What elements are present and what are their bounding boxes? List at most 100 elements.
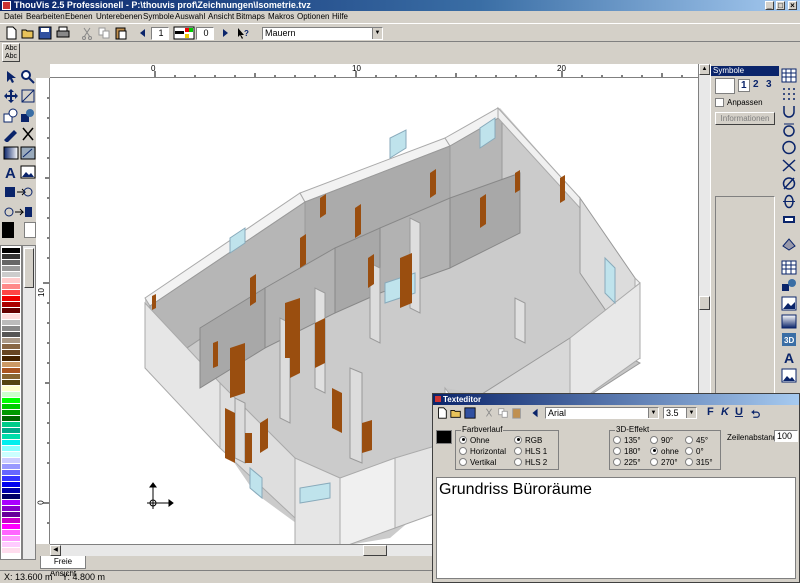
fill-shapes-icon[interactable]	[20, 107, 36, 123]
color-swatch[interactable]	[2, 476, 20, 481]
next-page-icon[interactable]	[218, 26, 232, 40]
save-icon[interactable]	[38, 26, 52, 40]
radio-selected[interactable]	[514, 435, 522, 444]
color-swatch[interactable]	[2, 260, 20, 265]
font-dropdown[interactable]: Arial ▼	[545, 407, 659, 419]
cut-icon[interactable]	[80, 26, 94, 40]
color-swatch[interactable]	[2, 542, 20, 547]
text-content-area[interactable]: Grundriss Büroräume	[436, 477, 796, 579]
menu-unterebenen[interactable]: Unterebenen	[96, 11, 142, 23]
color-swatch[interactable]	[2, 548, 20, 553]
new-file-icon[interactable]	[4, 26, 18, 40]
hatch-icon[interactable]	[20, 145, 36, 161]
informationen-button[interactable]: Informationen	[715, 112, 775, 125]
text-a-icon[interactable]: A	[781, 350, 797, 366]
radio[interactable]	[685, 435, 693, 444]
color-swatch[interactable]	[2, 284, 20, 289]
menu-hilfe[interactable]: Hilfe	[332, 11, 348, 23]
grid-view-icon[interactable]	[781, 68, 797, 83]
ellipse-icon[interactable]	[781, 194, 797, 209]
chevron-down-icon[interactable]: ▼	[686, 408, 696, 418]
tab-symbols-1[interactable]: 1	[738, 79, 750, 92]
text-tool-button[interactable]: Abc Abc	[2, 43, 20, 62]
color-swatch[interactable]	[2, 482, 20, 487]
color-swatch[interactable]	[2, 422, 20, 427]
pointer-icon[interactable]	[3, 69, 19, 85]
radio[interactable]	[459, 457, 467, 466]
color-swatch[interactable]	[2, 404, 20, 409]
layer-number-field[interactable]: 0	[196, 27, 214, 40]
chevron-down-icon[interactable]: ▼	[372, 28, 382, 39]
menu-datei[interactable]: Datei	[4, 11, 23, 23]
fit-checkbox[interactable]: Anpassen	[715, 98, 763, 108]
color-swatch[interactable]	[2, 458, 20, 463]
text-icon[interactable]: A	[3, 164, 19, 182]
background-color-swatch[interactable]	[24, 222, 36, 238]
fit-checkbox-box[interactable]	[715, 98, 724, 108]
cut-text-icon[interactable]	[483, 407, 495, 419]
color-swatch[interactable]	[2, 518, 20, 523]
3d-option-315[interactable]: 315°	[685, 457, 713, 467]
radio[interactable]	[613, 457, 621, 466]
radio[interactable]	[514, 457, 522, 466]
maximize-button[interactable]: □	[776, 1, 785, 10]
circle-icon[interactable]	[781, 140, 797, 155]
color-swatch[interactable]	[2, 356, 20, 361]
shape-library-icon[interactable]	[781, 278, 797, 293]
help-pointer-icon[interactable]: ?	[236, 26, 250, 40]
3d-option-0[interactable]: 0°	[685, 446, 704, 456]
color-swatch[interactable]	[2, 326, 20, 331]
layer-stack-icon[interactable]	[781, 236, 797, 251]
radio[interactable]	[650, 457, 658, 466]
color-swatch[interactable]	[2, 338, 20, 343]
tab-symbols-3[interactable]: 3	[766, 79, 772, 90]
color-swatch[interactable]	[2, 272, 20, 277]
color-swatch[interactable]	[2, 320, 20, 325]
3d-option-270[interactable]: 270°	[650, 457, 678, 467]
color-model-hls2[interactable]: HLS 2	[514, 457, 547, 467]
color-swatch[interactable]	[2, 362, 20, 367]
text-color-swatch[interactable]	[436, 430, 452, 444]
paste-text-icon[interactable]	[511, 407, 523, 419]
3d-option-225[interactable]: 225°	[613, 457, 641, 467]
radio[interactable]	[514, 446, 522, 455]
color-swatch[interactable]	[2, 302, 20, 307]
undo-icon[interactable]	[749, 407, 761, 419]
radio[interactable]	[613, 435, 621, 444]
color-swatch[interactable]	[2, 248, 20, 253]
color-swatch[interactable]	[2, 464, 20, 469]
cross-icon[interactable]	[781, 158, 797, 173]
color-swatch[interactable]	[2, 536, 20, 541]
minimize-button[interactable]: _	[765, 1, 774, 10]
measure-icon[interactable]	[20, 88, 36, 104]
3d-option-ohne[interactable]: ohne	[650, 446, 679, 456]
picture-icon[interactable]	[781, 368, 797, 383]
print-icon[interactable]	[56, 26, 70, 40]
color-swatch[interactable]	[2, 290, 20, 295]
horizontal-scroll-thumb[interactable]	[363, 545, 387, 556]
prev-page-icon[interactable]	[136, 26, 150, 40]
color-swatch[interactable]	[2, 398, 20, 403]
paste-icon[interactable]	[114, 26, 128, 40]
color-swatch[interactable]	[2, 386, 20, 391]
color-model-rgb[interactable]: RGB	[514, 435, 542, 445]
arc-icon[interactable]	[781, 104, 797, 119]
palette-scrollbar[interactable]	[22, 245, 36, 560]
font-size-dropdown[interactable]: 3.5 ▼	[663, 407, 697, 419]
color-swatch[interactable]	[2, 512, 20, 517]
gradient-fill-icon[interactable]	[781, 314, 797, 329]
menu-makros[interactable]: Makros	[268, 11, 294, 23]
color-swatch[interactable]	[2, 374, 20, 379]
open-folder-icon[interactable]	[21, 26, 35, 40]
color-swatch[interactable]	[2, 254, 20, 259]
menu-bitmaps[interactable]: Bitmaps	[236, 11, 265, 23]
symbols-grid-icon[interactable]	[715, 78, 735, 94]
tab-symbols-2[interactable]: 2	[753, 79, 759, 90]
vertical-scroll-thumb[interactable]	[699, 296, 710, 310]
menu-optionen[interactable]: Optionen	[297, 11, 329, 23]
3d-option-180[interactable]: 180°	[613, 446, 641, 456]
radio-selected[interactable]	[459, 435, 467, 444]
line-spacing-field[interactable]: 100	[774, 430, 798, 442]
color-swatch[interactable]	[2, 428, 20, 433]
bold-button[interactable]: F	[707, 406, 714, 418]
